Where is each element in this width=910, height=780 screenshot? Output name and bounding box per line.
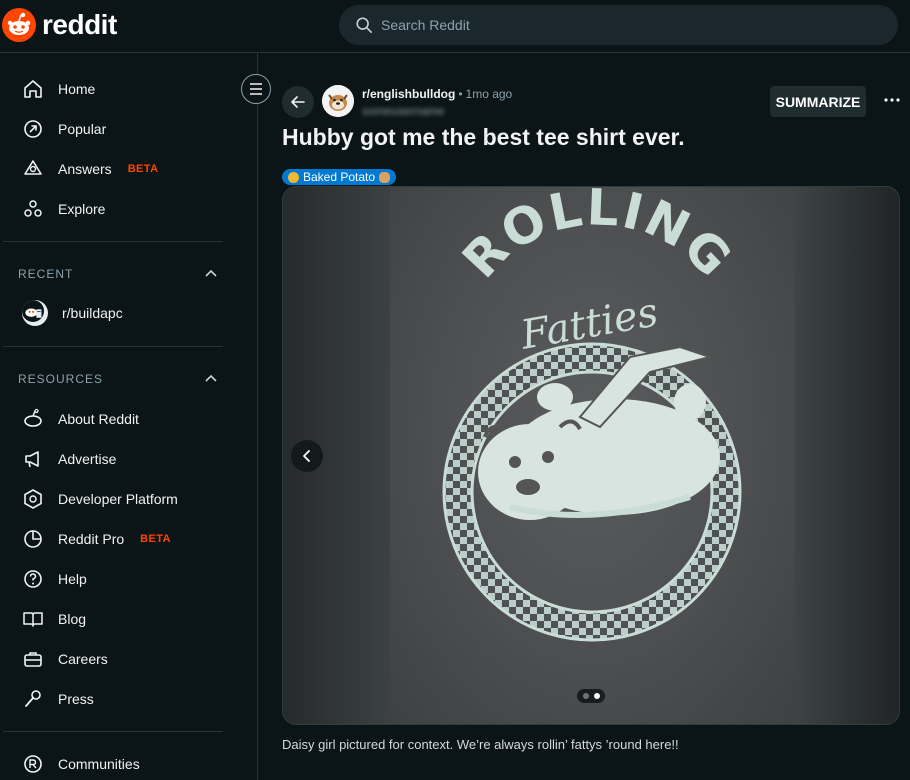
recent-heading: RECENT — [18, 267, 74, 281]
carousel-dot[interactable] — [593, 693, 600, 699]
sidebar-item-label: Press — [58, 691, 94, 707]
home-icon — [24, 80, 42, 98]
microphone-icon — [25, 690, 41, 707]
sidebar-item-home[interactable]: Home — [22, 77, 95, 101]
reddit-wordmark: reddit — [42, 9, 117, 40]
sidebar-item-label: Explore — [58, 201, 106, 217]
summarize-button[interactable]: SUMMARIZE — [770, 86, 866, 117]
sidebar-item-about-reddit[interactable]: About Reddit — [22, 407, 139, 431]
subreddit-avatar[interactable] — [322, 85, 354, 117]
arrow-left-icon — [291, 96, 305, 108]
sidebar-item-communities[interactable]: Communities — [22, 752, 140, 776]
sidebar-item-blog[interactable]: Blog — [22, 607, 86, 631]
post-meta: r/englishbulldog • 1mo ago — [362, 87, 512, 101]
carousel-previous-button[interactable] — [291, 440, 323, 472]
reddit-snoo-icon — [2, 8, 36, 42]
reddit-logo[interactable]: reddit — [2, 8, 117, 42]
about-icon — [24, 408, 42, 427]
sidebar-item-advertise[interactable]: Advertise — [22, 447, 116, 471]
sidebar-item-label: Answers — [58, 161, 112, 177]
resources-section-header[interactable]: RESOURCES — [18, 372, 218, 386]
sidebar-item-explore[interactable]: Explore — [22, 197, 105, 221]
megaphone-icon — [25, 451, 39, 468]
sidebar-item-label: Reddit Pro — [58, 531, 125, 547]
shirt-top-text: ROLLING — [451, 187, 743, 289]
sidebar-divider — [3, 346, 223, 347]
explore-icon — [24, 200, 42, 217]
top-bar: reddit Search Reddit — [0, 0, 910, 53]
post-image-carousel[interactable]: ROLLING Fatties — [282, 186, 900, 725]
post-flair[interactable]: Baked Potato — [282, 169, 397, 185]
chevron-up-icon[interactable] — [204, 372, 218, 386]
flair-label: Baked Potato — [303, 170, 376, 184]
more-options-button[interactable] — [880, 88, 904, 112]
resources-heading: RESOURCES — [18, 372, 104, 386]
meta-separator: • — [458, 87, 463, 101]
potato-emoji-icon — [379, 171, 391, 183]
sidebar-item-label: About Reddit — [58, 411, 139, 427]
subreddit-name[interactable]: r/englishbulldog — [362, 87, 455, 101]
post-author[interactable]: someusername — [362, 104, 445, 118]
sidebar-item-label: Home — [58, 81, 96, 97]
beta-badge: BETA — [140, 533, 171, 545]
sidebar-item-answers[interactable]: Answers BETA — [22, 157, 158, 181]
sidebar-item-label: Careers — [58, 651, 108, 667]
sidebar-divider — [3, 241, 223, 242]
post-image[interactable]: ROLLING Fatties — [390, 187, 795, 724]
left-sidebar: Home Popular Answers BETA Explore RECENT… — [0, 53, 258, 780]
sidebar-item-label: Blog — [58, 611, 87, 627]
sidebar-item-developer-platform[interactable]: Developer Platform — [22, 487, 178, 511]
help-icon — [24, 570, 42, 588]
sidebar-item-reddit-pro[interactable]: Reddit Pro BETA — [22, 527, 171, 551]
sidebar-item-label: Communities — [58, 756, 140, 772]
search-input[interactable]: Search Reddit — [381, 17, 470, 33]
shirt-graphic: ROLLING Fatties — [442, 187, 743, 642]
chevron-up-icon[interactable] — [204, 267, 218, 281]
hamburger-menu-icon — [250, 83, 262, 95]
smiley-emoji-icon — [288, 171, 299, 183]
developer-icon — [24, 489, 42, 509]
briefcase-icon — [24, 652, 42, 667]
sidebar-item-label: Advertise — [58, 451, 117, 467]
chevron-left-icon — [303, 450, 310, 462]
sidebar-item-popular[interactable]: Popular — [22, 117, 106, 141]
sidebar-item-buildapc[interactable]: r/buildapc — [22, 300, 123, 326]
sidebar-item-label: Help — [58, 571, 87, 587]
back-button[interactable] — [282, 86, 314, 118]
sidebar-item-label: Developer Platform — [58, 491, 178, 507]
buildapc-avatar — [22, 300, 48, 326]
sidebar-item-press[interactable]: Press — [22, 687, 94, 711]
reddit-pro-icon — [24, 530, 42, 548]
carousel-backdrop-right — [793, 187, 899, 724]
search-icon — [356, 17, 373, 34]
sidebar-divider — [3, 731, 223, 732]
post-title[interactable]: Hubby got me the best tee shirt ever. — [282, 124, 685, 151]
sidebar-item-label: Popular — [58, 121, 107, 137]
search-bar[interactable]: Search Reddit — [339, 5, 898, 45]
post-caption: Daisy girl pictured for context. We’re a… — [282, 737, 679, 752]
answers-icon — [24, 160, 42, 175]
carousel-pagination[interactable] — [577, 689, 605, 703]
recent-section-header[interactable]: RECENT — [18, 267, 218, 281]
more-horizontal-icon — [884, 98, 900, 102]
carousel-dot[interactable] — [582, 693, 589, 699]
sidebar-item-help[interactable]: Help — [22, 567, 87, 591]
post-time: 1mo ago — [465, 87, 513, 101]
sidebar-item-label: r/buildapc — [62, 305, 123, 321]
collapse-sidebar-button[interactable] — [241, 74, 271, 104]
sidebar-item-careers[interactable]: Careers — [22, 647, 108, 671]
blog-icon — [23, 612, 43, 627]
communities-icon — [24, 755, 42, 773]
popular-icon — [24, 120, 42, 138]
beta-badge: BETA — [127, 163, 159, 175]
